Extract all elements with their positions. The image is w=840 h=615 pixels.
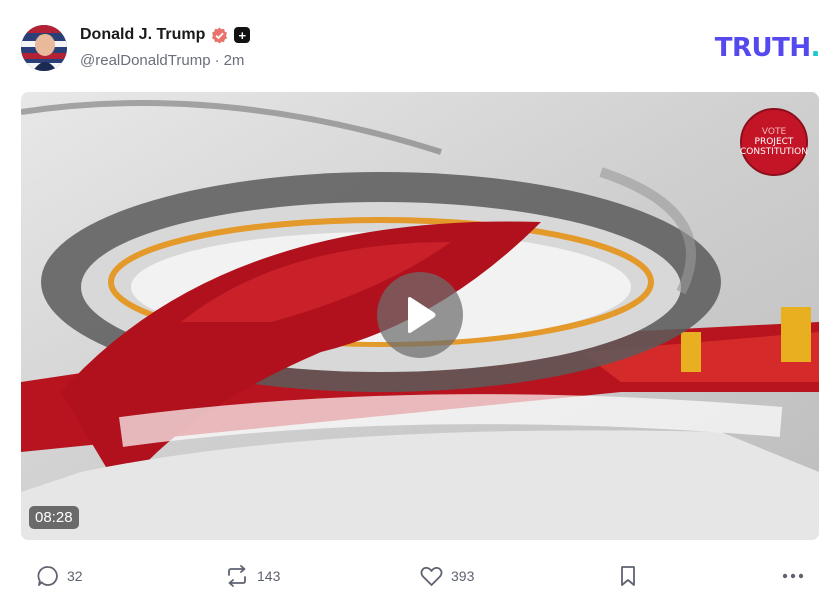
- meta-separator: ·: [214, 52, 220, 69]
- watermark-top: VOTE: [761, 127, 787, 137]
- author-meta: @realDonaldTrump · 2m: [80, 52, 244, 69]
- project-constitution-watermark: VOTE PROJECT CONSTITUTION: [740, 108, 808, 176]
- post-time[interactable]: 2m: [224, 52, 245, 69]
- logo-text: TRUTH: [714, 33, 811, 63]
- avatar[interactable]: [21, 25, 67, 71]
- more-icon: [782, 573, 804, 579]
- like-count: 393: [451, 568, 475, 584]
- reply-button[interactable]: 32: [37, 558, 83, 594]
- more-button[interactable]: [782, 558, 804, 594]
- truth-logo[interactable]: TRUTH.: [714, 33, 821, 63]
- author-handle[interactable]: @realDonaldTrump: [80, 52, 211, 69]
- like-button[interactable]: 393: [420, 558, 474, 594]
- logo-dot: .: [810, 33, 821, 63]
- plus-badge-icon: +: [234, 27, 251, 43]
- play-button[interactable]: [377, 272, 463, 358]
- verified-badge-icon: [211, 27, 228, 44]
- video-duration: 08:28: [29, 506, 79, 529]
- post-actions: 32 143 393: [0, 558, 840, 594]
- watermark-line1: PROJECT: [754, 137, 794, 147]
- bookmark-icon: [621, 566, 635, 586]
- repost-count: 143: [257, 568, 281, 584]
- heart-icon: [420, 566, 443, 586]
- reply-count: 32: [67, 568, 83, 584]
- reply-icon: [37, 566, 58, 586]
- watermark-line2: CONSTITUTION: [739, 147, 809, 157]
- bookmark-button[interactable]: [619, 558, 637, 594]
- repost-icon: [228, 565, 246, 587]
- repost-button[interactable]: 143: [225, 558, 280, 594]
- post-header: Donald J. Trump + @realDonaldTrump · 2m …: [0, 0, 840, 90]
- video-player[interactable]: VOTE PROJECT CONSTITUTION 08:28: [21, 92, 819, 540]
- author-name[interactable]: Donald J. Trump: [80, 26, 205, 44]
- play-icon: [408, 297, 436, 333]
